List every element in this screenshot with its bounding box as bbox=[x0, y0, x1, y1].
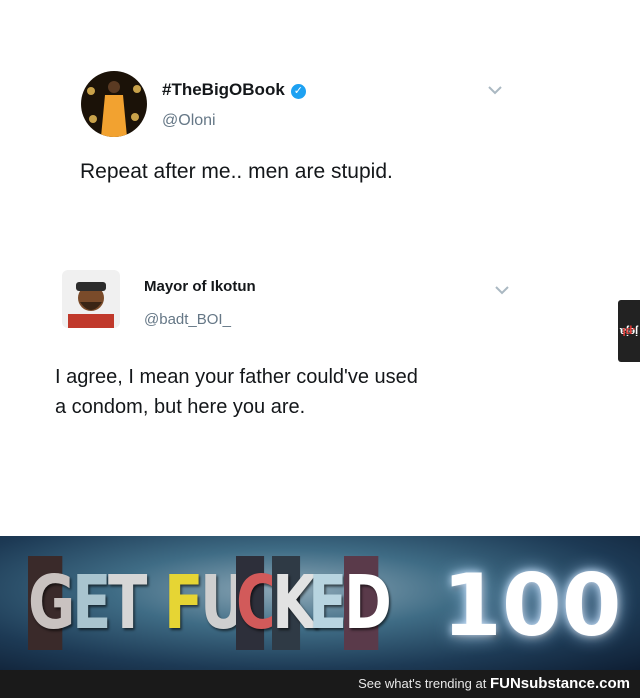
badtboi-avatar[interactable] bbox=[62, 270, 120, 328]
tweet2-display-name[interactable]: Mayor of Ikotun bbox=[144, 278, 256, 295]
tweet2-text-line1: I agree, I mean your father could've use… bbox=[55, 366, 418, 388]
chevron-down-icon[interactable] bbox=[495, 282, 509, 298]
banner-letter: D bbox=[344, 556, 392, 650]
banner-letters: GET FUCKED bbox=[28, 556, 392, 652]
banner-letter: T bbox=[108, 560, 148, 646]
footer-prefix: See what's trending at bbox=[358, 676, 490, 691]
original-tweet: #TheBigOBook ✓ @Oloni Repeat after me.. m… bbox=[0, 0, 620, 230]
funsubstance-logo[interactable]: FUNsubstance.com bbox=[490, 675, 630, 692]
banner-letter: E bbox=[72, 560, 112, 646]
get-fucked-100-banner: GET FUCKED 100 bbox=[0, 536, 640, 670]
banner-letter: C bbox=[236, 556, 278, 650]
tweet1-text: Repeat after me.. men are stupid. bbox=[80, 160, 393, 183]
tweet1-handle[interactable]: @Oloni bbox=[162, 112, 216, 130]
banner-letter: F bbox=[164, 560, 204, 646]
tweet2-text: I agree, I mean your father could've use… bbox=[55, 362, 418, 422]
oloni-avatar[interactable] bbox=[81, 71, 147, 137]
banner-letter: U bbox=[200, 560, 247, 646]
banner-letter: K bbox=[272, 556, 317, 650]
banner-letter: E bbox=[308, 560, 348, 646]
funsubstance-footer[interactable]: See what's trending at FUNsubstance.com bbox=[0, 670, 640, 698]
banner-letter: G bbox=[28, 556, 75, 650]
tweet2-text-line2: a condom, but here you are. bbox=[55, 396, 306, 418]
banner-letter bbox=[144, 556, 160, 650]
jeja-watermark-logo: jeja .pl bbox=[618, 300, 640, 362]
verified-badge-icon: ✓ bbox=[290, 84, 306, 99]
chevron-down-icon[interactable] bbox=[488, 82, 502, 98]
tweet1-display-name[interactable]: #TheBigOBook ✓ bbox=[162, 80, 306, 100]
banner-score: 100 bbox=[442, 556, 622, 656]
tweet2-handle[interactable]: @badt_BOI_ bbox=[144, 311, 231, 328]
reply-tweet: Mayor of Ikotun @badt_BOI_ I agree, I me… bbox=[0, 230, 620, 530]
